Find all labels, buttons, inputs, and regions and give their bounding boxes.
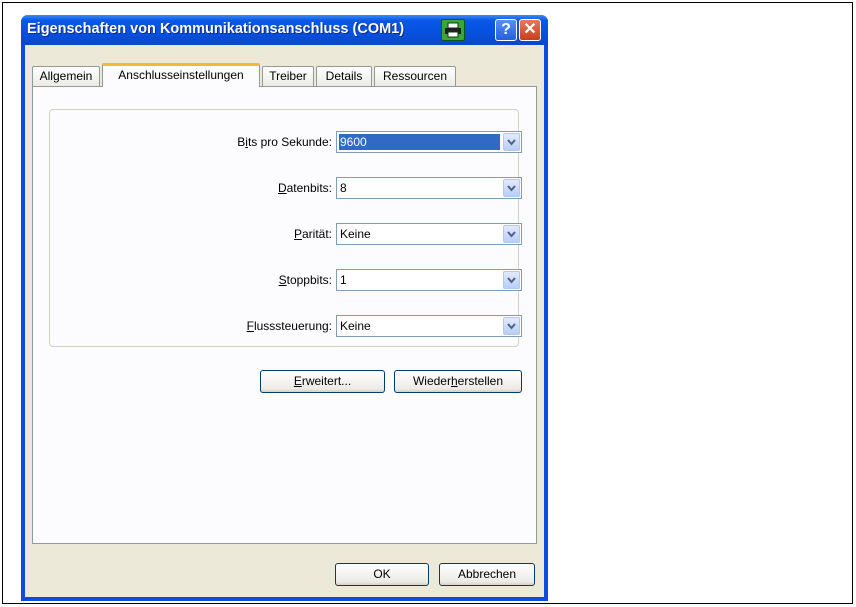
parity-label: Parität: bbox=[293, 227, 332, 241]
ok-button[interactable]: OK bbox=[335, 563, 429, 586]
tab-allgemein[interactable]: Allgemein bbox=[32, 66, 100, 86]
flow-control-value: Keine bbox=[340, 319, 371, 333]
chevron-down-icon[interactable] bbox=[503, 225, 520, 243]
chevron-down-icon[interactable] bbox=[503, 179, 520, 197]
data-bits-row: Datenbits: 8 bbox=[50, 177, 522, 199]
printer-icon bbox=[441, 19, 465, 41]
title-bar[interactable]: Eigenschaften von Kommunikationsanschlus… bbox=[21, 15, 548, 45]
bits-per-second-row: Bits pro Sekunde: 9600 bbox=[50, 131, 522, 153]
flow-control-row: Flusssteuerung: Keine bbox=[50, 315, 522, 337]
help-button[interactable]: ? bbox=[495, 19, 517, 41]
dialog-client: Allgemein Anschlusseinstellungen Treiber… bbox=[25, 45, 544, 597]
window-title: Eigenschaften von Kommunikationsanschlus… bbox=[27, 21, 405, 37]
port-settings-group: Bits pro Sekunde: 9600 Datenbits: 8 Pari… bbox=[49, 109, 522, 347]
restore-defaults-button[interactable]: Wiederherstellen bbox=[394, 370, 522, 393]
tab-panel: Bits pro Sekunde: 9600 Datenbits: 8 Pari… bbox=[32, 86, 537, 544]
parity-row: Parität: Keine bbox=[50, 223, 522, 245]
bits-per-second-label: Bits pro Sekunde: bbox=[237, 135, 332, 149]
help-icon: ? bbox=[501, 21, 511, 38]
stop-bits-label: Stoppbits: bbox=[278, 273, 332, 287]
bits-per-second-value: 9600 bbox=[339, 134, 500, 150]
stop-bits-select[interactable]: 1 bbox=[336, 269, 522, 291]
chevron-down-icon[interactable] bbox=[503, 271, 520, 289]
parity-value: Keine bbox=[340, 227, 371, 241]
tab-anschlusseinstellungen[interactable]: Anschlusseinstellungen bbox=[102, 63, 260, 87]
cancel-button[interactable]: Abbrechen bbox=[439, 563, 535, 586]
stop-bits-row: Stoppbits: 1 bbox=[50, 269, 522, 291]
stop-bits-value: 1 bbox=[340, 273, 347, 287]
tab-treiber[interactable]: Treiber bbox=[262, 66, 314, 86]
bits-per-second-select[interactable]: 9600 bbox=[336, 131, 522, 153]
chevron-down-icon[interactable] bbox=[503, 133, 520, 151]
data-bits-value: 8 bbox=[340, 181, 347, 195]
advanced-button[interactable]: Erweitert... bbox=[260, 370, 385, 393]
parity-select[interactable]: Keine bbox=[336, 223, 522, 245]
tab-details[interactable]: Details bbox=[316, 66, 372, 86]
close-icon: ✕ bbox=[523, 21, 537, 38]
data-bits-label: Datenbits: bbox=[277, 181, 332, 195]
properties-dialog: Eigenschaften von Kommunikationsanschlus… bbox=[21, 15, 548, 601]
chevron-down-icon[interactable] bbox=[503, 317, 520, 335]
data-bits-select[interactable]: 8 bbox=[336, 177, 522, 199]
close-button[interactable]: ✕ bbox=[519, 19, 541, 41]
flow-control-select[interactable]: Keine bbox=[336, 315, 522, 337]
flow-control-label: Flusssteuerung: bbox=[246, 319, 332, 333]
tab-ressourcen[interactable]: Ressourcen bbox=[374, 66, 456, 86]
